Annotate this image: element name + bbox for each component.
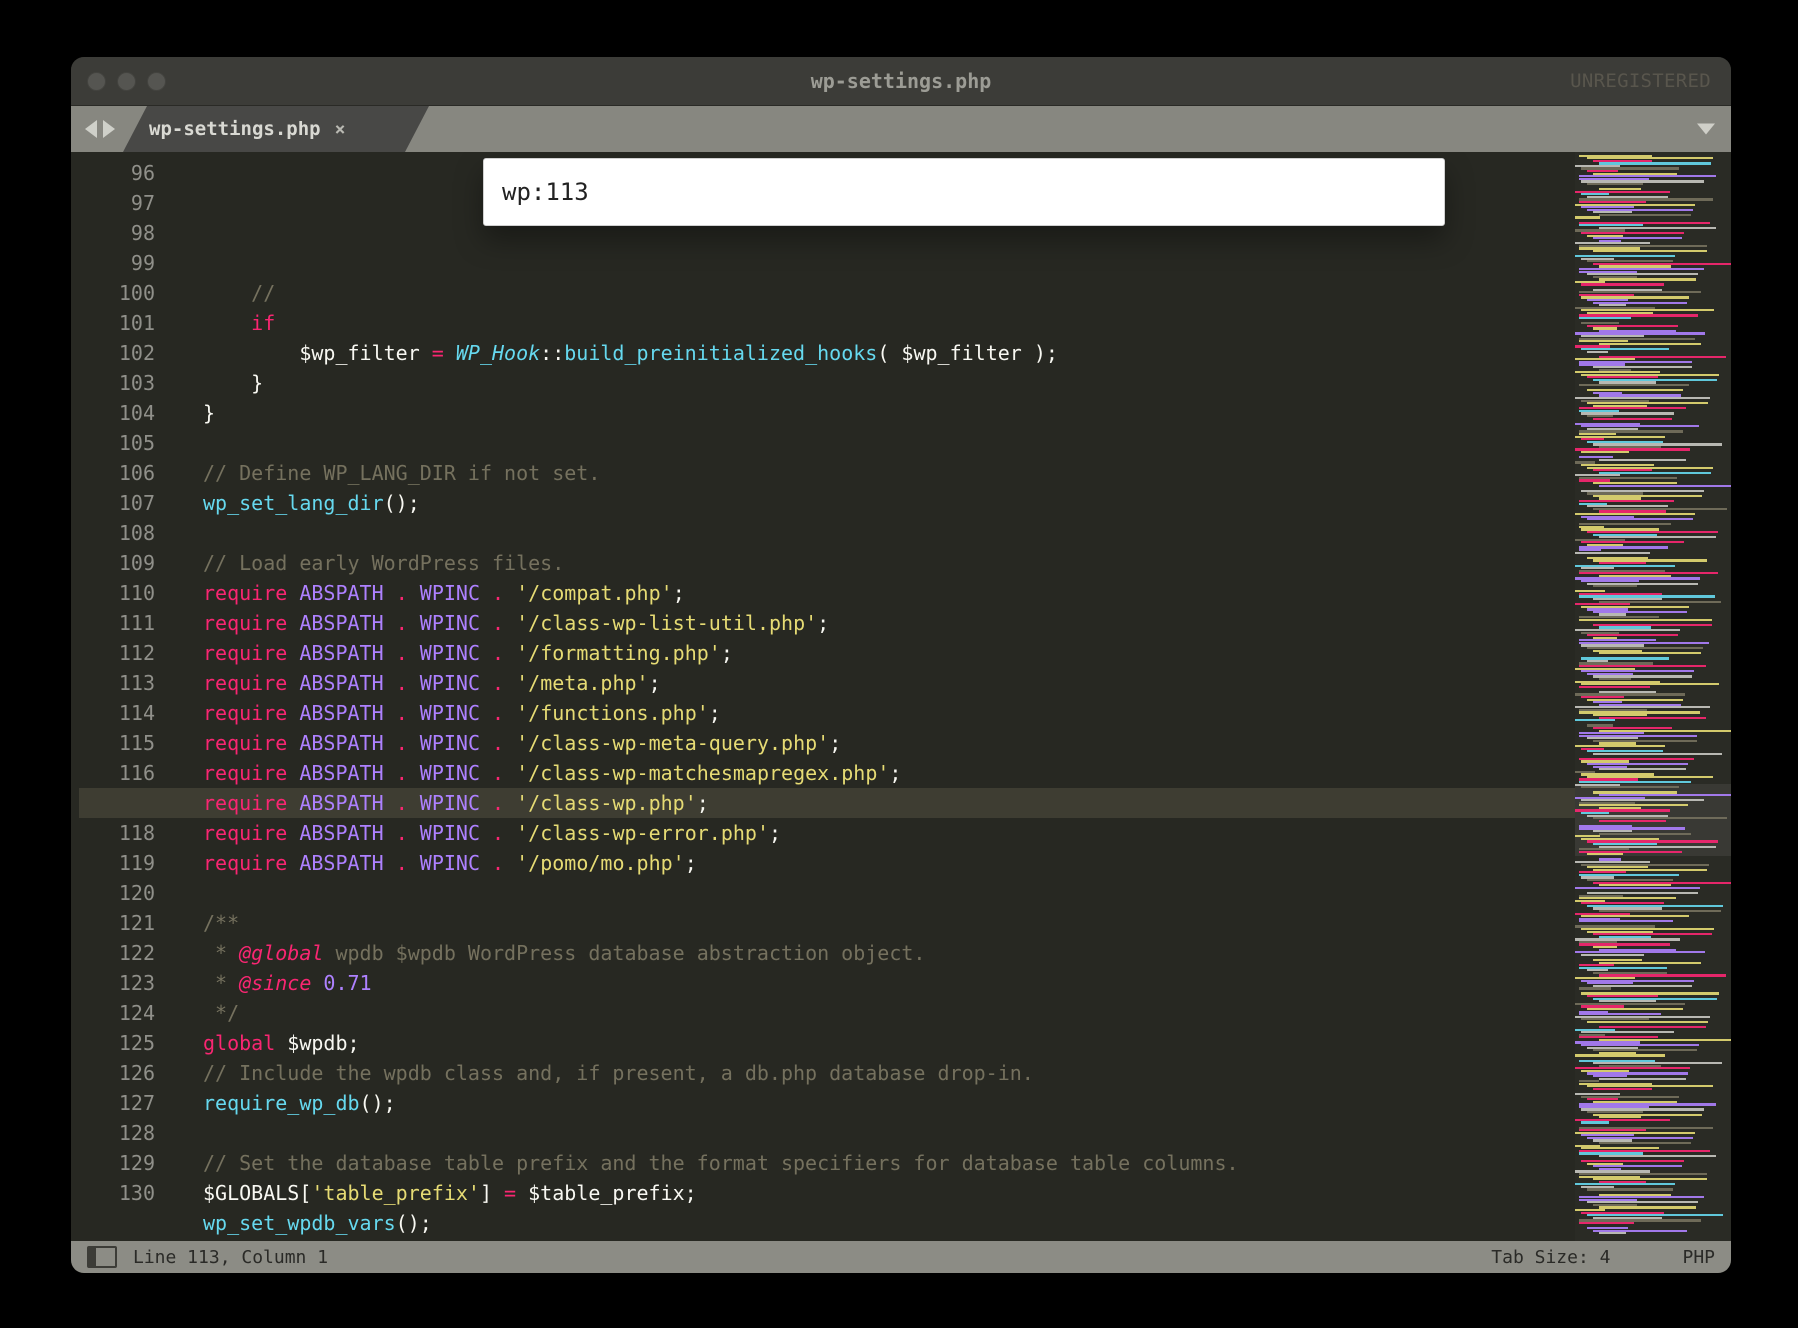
code-line[interactable]: require ABSPATH . WPINC . '/pomo/mo.php'… — [203, 848, 1575, 878]
tab-menu-icon[interactable] — [1697, 124, 1715, 135]
code-line[interactable] — [203, 1238, 1575, 1241]
status-position[interactable]: Line 113, Column 1 — [133, 1247, 328, 1268]
code-line[interactable]: if — [203, 308, 1575, 338]
gutter-number: 128 — [71, 1118, 155, 1148]
gutter-number: 118 — [71, 818, 155, 848]
traffic-lights — [71, 72, 166, 91]
editor-area: 9697989910010110210310410510610710810911… — [71, 152, 1731, 1241]
code-line[interactable] — [203, 428, 1575, 458]
tab-active[interactable]: wp-settings.php × — [123, 106, 429, 152]
code-line[interactable] — [203, 1118, 1575, 1148]
code-line[interactable]: // Define WP_LANG_DIR if not set. — [203, 458, 1575, 488]
traffic-close-icon[interactable] — [87, 72, 106, 91]
code-line[interactable]: } — [203, 368, 1575, 398]
code-line[interactable]: wp_set_lang_dir(); — [203, 488, 1575, 518]
gutter-number: 122 — [71, 938, 155, 968]
tab-label: wp-settings.php — [149, 118, 321, 140]
gutter-number: 107 — [71, 488, 155, 518]
titlebar: wp-settings.php UNREGISTERED — [71, 57, 1731, 106]
code-line[interactable]: * @since 0.71 — [203, 968, 1575, 998]
gutter-number: 109 — [71, 548, 155, 578]
status-syntax[interactable]: PHP — [1682, 1247, 1715, 1268]
panel-toggle-icon[interactable] — [87, 1246, 117, 1268]
gutter-number: 100 — [71, 278, 155, 308]
gutter-number: 129 — [71, 1148, 155, 1178]
code-line[interactable]: require_wp_db(); — [203, 1088, 1575, 1118]
code-line[interactable]: * @global wpdb $wpdb WordPress database … — [203, 938, 1575, 968]
gutter-number: 106 — [71, 458, 155, 488]
traffic-minimize-icon[interactable] — [117, 72, 136, 91]
gutter-number: 119 — [71, 848, 155, 878]
tab-nav — [71, 106, 129, 152]
code-line[interactable]: /** — [203, 908, 1575, 938]
code-line[interactable]: require ABSPATH . WPINC . '/compat.php'; — [203, 578, 1575, 608]
code-line[interactable]: require ABSPATH . WPINC . '/class-wp-met… — [203, 728, 1575, 758]
minimap[interactable] — [1575, 152, 1731, 1241]
gutter-number: 115 — [71, 728, 155, 758]
code-line[interactable]: } — [203, 398, 1575, 428]
tab-next-icon[interactable] — [103, 120, 115, 138]
code-line[interactable]: require ABSPATH . WPINC . '/class-wp-err… — [203, 818, 1575, 848]
gutter-number: 102 — [71, 338, 155, 368]
goto-text: wp:113 — [502, 177, 589, 207]
gutter-number: 121 — [71, 908, 155, 938]
gutter-number: 103 — [71, 368, 155, 398]
unregistered-label: UNREGISTERED — [1570, 70, 1731, 92]
gutter-number: 112 — [71, 638, 155, 668]
gutter-number: 99 — [71, 248, 155, 278]
gutter-number: 96 — [71, 158, 155, 188]
gutter-number: 130 — [71, 1178, 155, 1208]
editor-window: wp-settings.php UNREGISTERED wp-settings… — [70, 56, 1732, 1274]
fold-column — [169, 152, 193, 1241]
code-line[interactable]: require ABSPATH . WPINC . '/class-wp.php… — [203, 788, 1575, 818]
code-line[interactable]: // Set the database table prefix and the… — [203, 1148, 1575, 1178]
code-line[interactable]: require ABSPATH . WPINC . '/class-wp-lis… — [203, 608, 1575, 638]
gutter-number: 125 — [71, 1028, 155, 1058]
gutter-number: 108 — [71, 518, 155, 548]
code-line[interactable]: $wp_filter = WP_Hook::build_preinitializ… — [203, 338, 1575, 368]
code-line[interactable]: // Load early WordPress files. — [203, 548, 1575, 578]
code-line[interactable] — [203, 878, 1575, 908]
gutter-number: 116 — [71, 758, 155, 788]
tab-prev-icon[interactable] — [85, 120, 97, 138]
status-tabsize[interactable]: Tab Size: 4 — [1491, 1247, 1610, 1268]
gutter-number: 120 — [71, 878, 155, 908]
code-line[interactable]: */ — [203, 998, 1575, 1028]
window-title: wp-settings.php — [71, 69, 1731, 93]
code-line[interactable]: $GLOBALS['table_prefix'] = $table_prefix… — [203, 1178, 1575, 1208]
code-line[interactable]: // Include the wpdb class and, if presen… — [203, 1058, 1575, 1088]
traffic-zoom-icon[interactable] — [147, 72, 166, 91]
desktop: wp-settings.php UNREGISTERED wp-settings… — [0, 0, 1798, 1328]
gutter-number: 110 — [71, 578, 155, 608]
tab-bar: wp-settings.php × — [71, 106, 1731, 152]
tab-close-icon[interactable]: × — [335, 119, 346, 140]
gutter-number: 114 — [71, 698, 155, 728]
gutter-number: 113 — [71, 668, 155, 698]
gutter-number: 98 — [71, 218, 155, 248]
gutter-number: 111 — [71, 608, 155, 638]
code-line[interactable]: require ABSPATH . WPINC . '/meta.php'; — [203, 668, 1575, 698]
gutter-number: 105 — [71, 428, 155, 458]
status-bar: Line 113, Column 1 Tab Size: 4 PHP — [71, 1241, 1731, 1273]
gutter-number: 126 — [71, 1058, 155, 1088]
gutter-number: 97 — [71, 188, 155, 218]
code-line[interactable]: require ABSPATH . WPINC . '/functions.ph… — [203, 698, 1575, 728]
code-line[interactable]: wp_set_wpdb_vars(); — [203, 1208, 1575, 1238]
code-line[interactable]: global $wpdb; — [203, 1028, 1575, 1058]
code-line[interactable]: // — [203, 278, 1575, 308]
gutter-number: 127 — [71, 1088, 155, 1118]
gutter-number: 123 — [71, 968, 155, 998]
gutter-number: 101 — [71, 308, 155, 338]
code-line[interactable]: require ABSPATH . WPINC . '/formatting.p… — [203, 638, 1575, 668]
code-line[interactable]: require ABSPATH . WPINC . '/class-wp-mat… — [203, 758, 1575, 788]
gutter: 9697989910010110210310410510610710810911… — [71, 152, 169, 1241]
gutter-number: 104 — [71, 398, 155, 428]
code-area[interactable]: wp:113 // if $wp_filter = WP_Hook::build… — [193, 152, 1575, 1241]
goto-input[interactable]: wp:113 — [483, 158, 1445, 226]
code-line[interactable] — [203, 518, 1575, 548]
gutter-number: 124 — [71, 998, 155, 1028]
